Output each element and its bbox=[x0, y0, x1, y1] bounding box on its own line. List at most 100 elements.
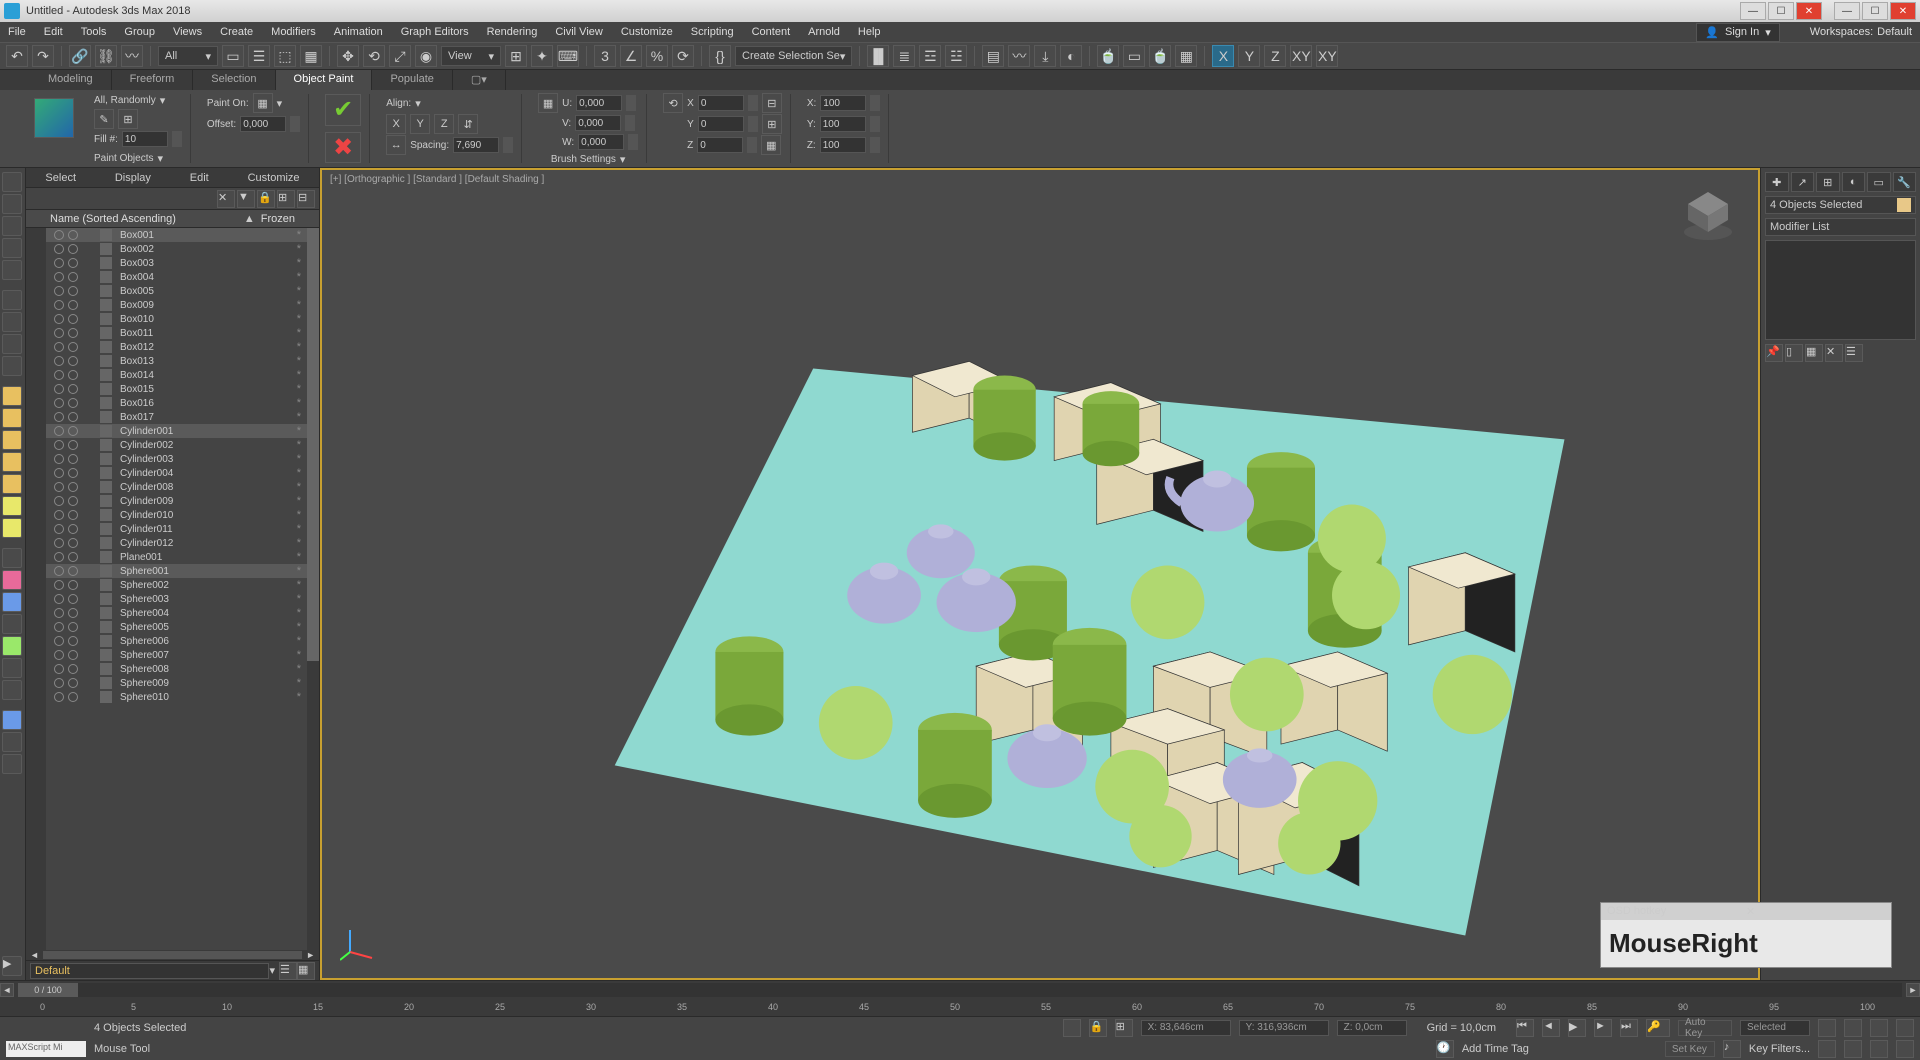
viewport[interactable]: [+] [Orthographic ] [Standard ] [Default… bbox=[320, 168, 1760, 980]
scene-tool-close[interactable]: ✕ bbox=[217, 190, 235, 208]
spacing-spinner[interactable]: 7,690 bbox=[453, 137, 499, 153]
brush-settings-label[interactable]: Brush Settings bbox=[551, 154, 616, 165]
play-last[interactable]: ⏭ bbox=[1620, 1019, 1638, 1037]
uvw-icon[interactable]: ▦ bbox=[538, 93, 558, 113]
cancel-button[interactable]: ✖ bbox=[325, 132, 361, 164]
freeze-icon[interactable] bbox=[68, 566, 78, 576]
scene-tool-t2[interactable]: ⊟ bbox=[297, 190, 315, 208]
nav-3[interactable] bbox=[1870, 1019, 1888, 1037]
freeze-icon[interactable] bbox=[68, 524, 78, 534]
visibility-icon[interactable] bbox=[54, 398, 64, 408]
schematic-button[interactable]: ⤓ bbox=[1034, 45, 1056, 67]
lbtn-6[interactable] bbox=[2, 290, 22, 310]
lbtn-15[interactable] bbox=[2, 658, 22, 678]
tab-freeform[interactable]: Freeform bbox=[112, 70, 194, 90]
list-item[interactable]: Cylinder010* bbox=[26, 508, 319, 522]
scene-tab-customize[interactable]: Customize bbox=[248, 172, 300, 184]
select-name-button[interactable]: ☰ bbox=[248, 45, 270, 67]
sclz-spinner[interactable]: 100 bbox=[820, 137, 866, 153]
visibility-icon[interactable] bbox=[54, 566, 64, 576]
freeze-icon[interactable] bbox=[68, 510, 78, 520]
render-last-button[interactable]: ▦ bbox=[1175, 45, 1197, 67]
region-rect-button[interactable]: ⬚ bbox=[274, 45, 296, 67]
add-time-tag[interactable]: Add Time Tag bbox=[1462, 1043, 1529, 1055]
lbtn-16[interactable] bbox=[2, 680, 22, 700]
keymode-dropdown[interactable]: Selected bbox=[1740, 1020, 1810, 1036]
freeze-icon[interactable] bbox=[68, 440, 78, 450]
osd-close-icon[interactable]: ✕ bbox=[1746, 905, 1885, 918]
visibility-icon[interactable] bbox=[54, 594, 64, 604]
rotx-spinbtn[interactable] bbox=[748, 95, 758, 111]
sb-isolate[interactable] bbox=[1063, 1019, 1081, 1037]
paint-tool-2[interactable]: ⊞ bbox=[118, 109, 138, 129]
visibility-icon[interactable] bbox=[54, 510, 64, 520]
nav-6[interactable] bbox=[1844, 1040, 1862, 1058]
ribbon-toggle[interactable]: ▤ bbox=[982, 45, 1004, 67]
lbtn-11[interactable] bbox=[2, 570, 22, 590]
keyboard-button[interactable]: ⌨ bbox=[557, 45, 579, 67]
spinner-snap-button[interactable]: ⟳ bbox=[672, 45, 694, 67]
pivot-button[interactable]: ⊞ bbox=[505, 45, 527, 67]
offset-spinbtn[interactable] bbox=[290, 116, 300, 132]
nav-7[interactable] bbox=[1870, 1040, 1888, 1058]
axis-y-button[interactable]: Y bbox=[1238, 45, 1260, 67]
move-button[interactable]: ✥ bbox=[337, 45, 359, 67]
key-filters[interactable]: Key Filters... bbox=[1749, 1043, 1810, 1055]
render-setup-button[interactable]: 🍵 bbox=[1097, 45, 1119, 67]
freeze-icon[interactable] bbox=[68, 328, 78, 338]
cp-tab-motion[interactable]: ◐ bbox=[1842, 172, 1866, 192]
time-ruler[interactable]: 0510152025303540455055606570758085909510… bbox=[0, 998, 1920, 1016]
visibility-icon[interactable] bbox=[54, 300, 64, 310]
freeze-icon[interactable] bbox=[68, 342, 78, 352]
freeze-icon[interactable] bbox=[68, 314, 78, 324]
list-item[interactable]: Box014* bbox=[26, 368, 319, 382]
key-button[interactable]: 🔑 bbox=[1646, 1019, 1670, 1037]
scene-tab-edit[interactable]: Edit bbox=[190, 172, 209, 184]
autokey-button[interactable]: Auto Key bbox=[1678, 1020, 1732, 1036]
menu-rendering[interactable]: Rendering bbox=[487, 26, 538, 38]
rot-opt[interactable]: ▦ bbox=[761, 135, 781, 155]
list-item[interactable]: Sphere007* bbox=[26, 648, 319, 662]
lbtn-17[interactable] bbox=[2, 710, 22, 730]
list-item[interactable]: Box005* bbox=[26, 284, 319, 298]
restore-button-2[interactable]: ☐ bbox=[1862, 2, 1888, 20]
stack-tool-5[interactable]: ☰ bbox=[1845, 344, 1863, 362]
axis-x-button[interactable]: X bbox=[1212, 45, 1234, 67]
scene-tool-filter[interactable]: ▼ bbox=[237, 190, 255, 208]
list-item[interactable]: Box009* bbox=[26, 298, 319, 312]
list-item[interactable]: Sphere003* bbox=[26, 592, 319, 606]
signin-button[interactable]: 👤 Sign In ▾ bbox=[1696, 23, 1779, 42]
lbtn-y3[interactable] bbox=[2, 430, 22, 450]
visibility-icon[interactable] bbox=[54, 678, 64, 688]
visibility-icon[interactable] bbox=[54, 468, 64, 478]
list-item[interactable]: Cylinder001* bbox=[26, 424, 319, 438]
color-swatch[interactable] bbox=[1897, 198, 1911, 212]
menu-create[interactable]: Create bbox=[220, 26, 253, 38]
rotx-spinner[interactable]: 0 bbox=[698, 95, 744, 111]
link-button[interactable]: 🔗 bbox=[69, 45, 91, 67]
visibility-icon[interactable] bbox=[54, 622, 64, 632]
placement-button[interactable]: ◉ bbox=[415, 45, 437, 67]
align-x[interactable]: X bbox=[386, 114, 406, 134]
visibility-icon[interactable] bbox=[54, 496, 64, 506]
visibility-icon[interactable] bbox=[54, 244, 64, 254]
restore-button[interactable]: ☐ bbox=[1768, 2, 1794, 20]
lbtn-5[interactable] bbox=[2, 260, 22, 280]
lbtn-y2[interactable] bbox=[2, 408, 22, 428]
scene-tab-select[interactable]: Select bbox=[45, 172, 76, 184]
lbtn-12[interactable] bbox=[2, 592, 22, 612]
scene-tab-display[interactable]: Display bbox=[115, 172, 151, 184]
workspaces[interactable]: Workspaces: Default bbox=[1810, 26, 1912, 38]
cp-tab-modify[interactable]: ↗ bbox=[1791, 172, 1815, 192]
visibility-icon[interactable] bbox=[54, 440, 64, 450]
layer2-button[interactable]: ☳ bbox=[945, 45, 967, 67]
visibility-icon[interactable] bbox=[54, 482, 64, 492]
sb-lock[interactable]: 🔒 bbox=[1089, 1019, 1107, 1037]
list-item[interactable]: Box003* bbox=[26, 256, 319, 270]
freeze-icon[interactable] bbox=[68, 356, 78, 366]
lbtn-y4[interactable] bbox=[2, 452, 22, 472]
layer-tool-1[interactable]: ☰ bbox=[279, 962, 297, 980]
align-button[interactable]: ≣ bbox=[893, 45, 915, 67]
cp-tab-create[interactable]: ✚ bbox=[1765, 172, 1789, 192]
list-item[interactable]: Cylinder009* bbox=[26, 494, 319, 508]
